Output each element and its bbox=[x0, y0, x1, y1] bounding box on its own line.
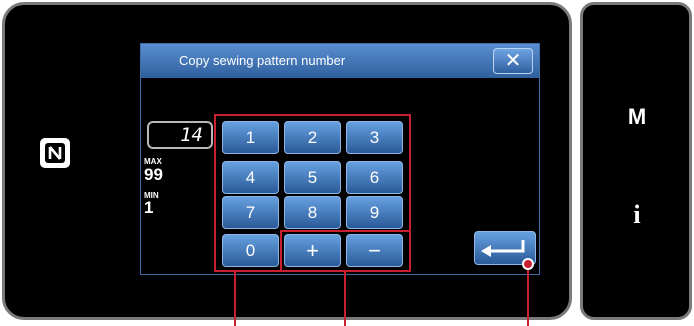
enter-callout-marker bbox=[522, 258, 534, 270]
callout-line-sign bbox=[344, 272, 346, 326]
callout-line-enter bbox=[527, 268, 529, 326]
side-panel bbox=[580, 2, 692, 320]
info-button[interactable]: i bbox=[607, 200, 667, 230]
callout-line-numeric bbox=[234, 272, 236, 326]
dialog-title: Copy sewing pattern number bbox=[141, 44, 539, 78]
mode-m-button[interactable]: M bbox=[607, 104, 667, 130]
min-value: 1 bbox=[144, 198, 154, 217]
close-icon: ✕ bbox=[504, 50, 522, 72]
max-value: 99 bbox=[144, 165, 163, 184]
close-button[interactable]: ✕ bbox=[493, 48, 533, 74]
sign-keys-callout bbox=[280, 230, 411, 272]
nfc-icon bbox=[40, 138, 70, 168]
pattern-number-field[interactable]: 14 bbox=[147, 121, 213, 149]
